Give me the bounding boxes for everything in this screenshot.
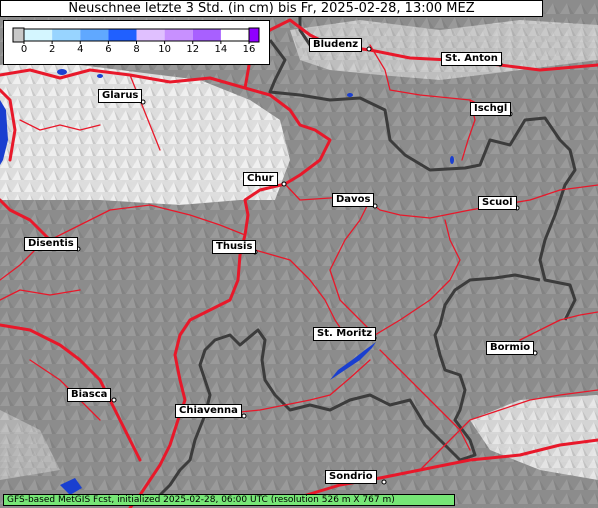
- place-label-sondrio: Sondrio: [325, 470, 377, 484]
- place-label-st-anton: St. Anton: [441, 52, 502, 66]
- legend-swatch: [192, 29, 221, 41]
- lake: [450, 156, 454, 164]
- legend-swatch: [248, 27, 260, 43]
- place-label-bormio: Bormio: [486, 341, 535, 355]
- place-label-chiavenna: Chiavenna: [175, 404, 242, 418]
- location-marker: [281, 181, 287, 187]
- legend-swatch: [52, 29, 81, 41]
- place-label-scuol: Scuol: [478, 196, 517, 210]
- legend-swatch: [164, 29, 193, 41]
- place-label-davos: Davos: [332, 193, 375, 207]
- legend-swatch: [12, 27, 25, 43]
- place-label-thusis: Thusis: [212, 240, 257, 254]
- location-marker: [111, 397, 117, 403]
- location-marker: [366, 46, 372, 52]
- legend-colorbar: [12, 27, 260, 44]
- lake: [347, 93, 353, 97]
- legend-swatch: [80, 29, 109, 41]
- lake: [57, 69, 67, 75]
- place-label-bludenz: Bludenz: [309, 38, 363, 52]
- location-marker: [241, 413, 247, 419]
- lake: [97, 74, 103, 78]
- place-label-chur: Chur: [243, 172, 278, 186]
- terrain-map: [0, 0, 598, 508]
- legend-tick-label: 8: [133, 44, 140, 55]
- location-marker: [381, 479, 387, 485]
- map-title: Neuschnee letzte 3 Std. (in cm) bis Fr, …: [0, 0, 543, 17]
- legend-tick-label: 0: [20, 44, 28, 55]
- legend-tick-label: 14: [214, 44, 228, 55]
- place-label-st-moritz: St. Moritz: [313, 327, 377, 341]
- legend-tick-label: 2: [48, 44, 56, 55]
- legend-tick-label: 4: [77, 44, 84, 55]
- legend-swatch: [24, 29, 53, 41]
- legend-swatch: [136, 29, 165, 41]
- legend-tick-label: 10: [158, 44, 171, 55]
- footer-info: GFS-based MetGIS Fcst, initialized 2025-…: [3, 494, 455, 506]
- legend-swatch: [108, 29, 137, 41]
- place-label-biasca: Biasca: [67, 388, 112, 402]
- place-label-glarus: Glarus: [98, 89, 143, 103]
- legend: 0 2 4 6 8 10 12 14 16: [3, 20, 270, 65]
- legend-tick-label: 16: [242, 44, 256, 55]
- place-label-disentis: Disentis: [24, 237, 78, 251]
- legend-tick-label: 12: [186, 44, 200, 55]
- place-label-ischgl: Ischgl: [470, 102, 512, 116]
- legend-tick-label: 6: [105, 44, 112, 55]
